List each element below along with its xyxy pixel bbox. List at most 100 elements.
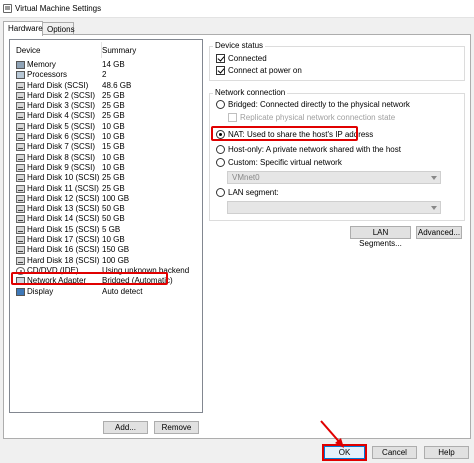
device-name: Hard Disk 9 (SCSI) bbox=[27, 162, 96, 172]
column-header-summary[interactable]: Summary bbox=[102, 46, 136, 55]
connected-label[interactable]: Connected bbox=[228, 54, 267, 63]
tab-hardware[interactable]: Hardware bbox=[3, 21, 43, 36]
lan-segment-dropdown[interactable] bbox=[227, 201, 441, 214]
device-name: Hard Disk 5 (SCSI) bbox=[27, 121, 96, 131]
device-name: Hard Disk 4 (SCSI) bbox=[27, 111, 96, 121]
hard-disk-icon bbox=[16, 184, 25, 193]
connected-checkbox[interactable] bbox=[216, 54, 225, 63]
hard-disk-icon bbox=[16, 133, 25, 142]
device-row[interactable]: Hard Disk 5 (SCSI) 10 GB bbox=[10, 122, 202, 132]
replicate-state-label: Replicate physical network connection st… bbox=[240, 113, 396, 122]
device-name: Hard Disk 3 (SCSI) bbox=[27, 101, 96, 111]
device-row[interactable]: Hard Disk 6 (SCSI) 10 GB bbox=[10, 132, 202, 142]
device-name: Hard Disk 10 (SCSI) bbox=[27, 173, 100, 183]
device-summary: 100 GB bbox=[102, 255, 130, 265]
device-row[interactable]: Hard Disk 2 (SCSI) 25 GB bbox=[10, 91, 202, 101]
replicate-state-checkbox[interactable] bbox=[228, 113, 237, 122]
hard-disk-icon bbox=[16, 81, 25, 90]
connect-at-power-on-checkbox[interactable] bbox=[216, 66, 225, 75]
device-row[interactable]: Hard Disk 8 (SCSI) 10 GB bbox=[10, 153, 202, 163]
custom-network-dropdown[interactable]: VMnet0 bbox=[227, 171, 441, 184]
advanced-button[interactable]: Advanced... bbox=[416, 226, 462, 239]
device-summary: 50 GB bbox=[102, 214, 125, 224]
device-summary: 48.6 GB bbox=[102, 80, 132, 90]
custom-network-value: VMnet0 bbox=[232, 173, 260, 182]
device-row[interactable]: Hard Disk 15 (SCSI) 5 GB bbox=[10, 225, 202, 235]
device-name: Hard Disk 6 (SCSI) bbox=[27, 132, 96, 142]
device-name: Hard Disk 12 (SCSI) bbox=[27, 193, 100, 203]
device-summary: 25 GB bbox=[102, 90, 125, 100]
host-only-label[interactable]: Host-only: A private network shared with… bbox=[228, 145, 401, 154]
custom-label[interactable]: Custom: Specific virtual network bbox=[228, 158, 342, 167]
hard-disk-icon bbox=[16, 236, 25, 245]
processor-icon bbox=[16, 71, 25, 80]
device-name: Hard Disk 8 (SCSI) bbox=[27, 152, 96, 162]
device-summary: Auto detect bbox=[102, 286, 143, 296]
device-summary: 10 GB bbox=[102, 235, 125, 245]
device-summary: 2 bbox=[102, 70, 107, 80]
column-header-device[interactable]: Device bbox=[16, 46, 40, 55]
title-bar: Virtual Machine Settings bbox=[0, 0, 474, 18]
bridged-label[interactable]: Bridged: Connected directly to the physi… bbox=[228, 100, 410, 109]
device-name: Processors bbox=[27, 70, 68, 80]
device-row[interactable]: Hard Disk 3 (SCSI) 25 GB bbox=[10, 101, 202, 111]
device-list-header: Device Summary bbox=[10, 40, 202, 60]
memory-icon bbox=[16, 61, 25, 69]
hard-disk-icon bbox=[16, 91, 25, 100]
display-icon bbox=[16, 287, 25, 296]
device-name: Hard Disk 17 (SCSI) bbox=[27, 235, 100, 245]
device-summary: 14 GB bbox=[102, 60, 125, 69]
nat-highlight bbox=[211, 126, 358, 141]
device-name: Hard Disk 2 (SCSI) bbox=[27, 90, 96, 100]
device-name: Hard Disk 11 (SCSI) bbox=[27, 183, 99, 193]
device-summary: 25 GB bbox=[102, 101, 125, 111]
hard-disk-icon bbox=[16, 163, 25, 172]
device-row[interactable]: Processors 2 bbox=[10, 70, 202, 80]
lan-segment-label[interactable]: LAN segment: bbox=[228, 188, 279, 197]
device-row[interactable]: Hard Disk 11 (SCSI) 25 GB bbox=[10, 184, 202, 194]
custom-radio[interactable] bbox=[216, 158, 225, 167]
connect-at-power-on-label[interactable]: Connect at power on bbox=[228, 66, 302, 75]
add-device-button[interactable]: Add... bbox=[103, 421, 148, 434]
device-name: Hard Disk (SCSI) bbox=[27, 80, 89, 90]
cancel-button[interactable]: Cancel bbox=[372, 446, 417, 459]
network-connection-title: Network connection bbox=[213, 88, 288, 97]
lan-segment-radio[interactable] bbox=[216, 188, 225, 197]
device-list[interactable]: Device Summary Memory 14 GB Processors 2 Har… bbox=[9, 39, 203, 413]
device-row[interactable]: Hard Disk 4 (SCSI) 25 GB bbox=[10, 111, 202, 121]
network-adapter-highlight bbox=[11, 272, 168, 285]
device-name: Hard Disk 14 (SCSI) bbox=[27, 214, 100, 224]
device-status-group bbox=[209, 46, 465, 81]
host-only-radio[interactable] bbox=[216, 145, 225, 154]
device-name: Hard Disk 18 (SCSI) bbox=[27, 255, 100, 265]
lan-segments-button[interactable]: LAN Segments... bbox=[350, 226, 411, 248]
hard-disk-icon bbox=[16, 215, 25, 224]
device-row[interactable]: Hard Disk 10 (SCSI) 25 GB bbox=[10, 173, 202, 183]
device-status-title: Device status bbox=[213, 41, 266, 50]
vm-settings-app-icon bbox=[3, 4, 12, 13]
window-title: Virtual Machine Settings bbox=[15, 4, 102, 13]
device-row[interactable]: Hard Disk 9 (SCSI) 10 GB bbox=[10, 163, 202, 173]
device-row[interactable]: Hard Disk 12 (SCSI) 100 GB bbox=[10, 194, 202, 204]
device-row[interactable]: Hard Disk 16 (SCSI) 150 GB bbox=[10, 245, 202, 255]
device-name: Hard Disk 7 (SCSI) bbox=[27, 142, 96, 152]
bridged-radio[interactable] bbox=[216, 100, 225, 109]
device-name: Memory bbox=[27, 60, 56, 69]
hard-disk-icon bbox=[16, 122, 25, 131]
device-row[interactable]: Hard Disk 17 (SCSI) 10 GB bbox=[10, 235, 202, 245]
device-row[interactable]: Memory 14 GB bbox=[10, 60, 202, 70]
device-row[interactable]: Hard Disk 14 (SCSI) 50 GB bbox=[10, 214, 202, 224]
device-summary: 50 GB bbox=[102, 204, 125, 214]
device-row[interactable]: Hard Disk 7 (SCSI) 15 GB bbox=[10, 142, 202, 152]
device-row[interactable]: Hard Disk 13 (SCSI) 50 GB bbox=[10, 204, 202, 214]
device-rows: Memory 14 GB Processors 2 Hard Disk (SCSI) 48… bbox=[10, 60, 202, 297]
device-row[interactable]: Hard Disk (SCSI) 48.6 GB bbox=[10, 81, 202, 91]
device-name: Hard Disk 13 (SCSI) bbox=[27, 204, 100, 214]
help-button[interactable]: Help bbox=[424, 446, 469, 459]
hard-disk-icon bbox=[16, 102, 25, 111]
device-row[interactable]: Hard Disk 18 (SCSI) 100 GB bbox=[10, 256, 202, 266]
device-row[interactable]: Display Auto detect bbox=[10, 287, 202, 297]
hard-disk-icon bbox=[16, 112, 25, 121]
remove-device-button[interactable]: Remove bbox=[154, 421, 199, 434]
device-summary: 25 GB bbox=[102, 183, 125, 193]
